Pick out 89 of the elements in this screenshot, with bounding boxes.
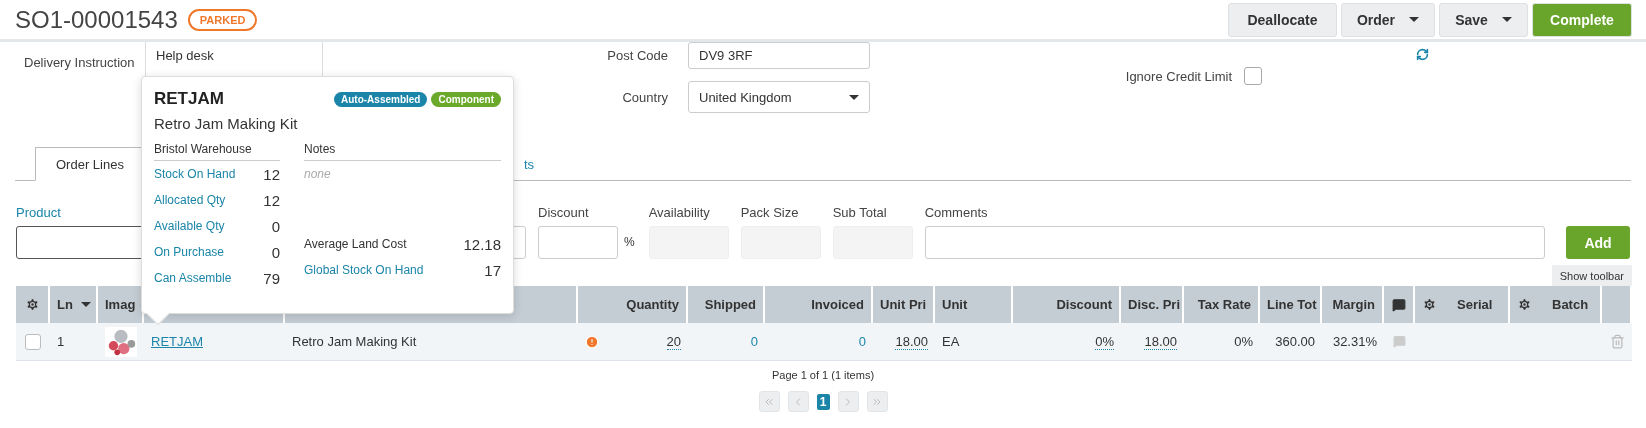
row-checkbox[interactable] <box>25 333 41 350</box>
refresh-icon[interactable] <box>1416 48 1429 61</box>
table-cell[interactable]: 18.00 <box>1144 333 1177 350</box>
field-label: Comments <box>924 205 989 222</box>
stock-value: 12.18 <box>463 235 501 253</box>
previous-page-button[interactable] <box>787 391 809 412</box>
action-button[interactable]: Order <box>1341 2 1435 37</box>
column-header[interactable]: Shipped <box>704 297 756 312</box>
stock-value: 0 <box>271 243 280 261</box>
post-code-field[interactable]: DV9 3RF <box>688 42 870 69</box>
table-cell: EA <box>942 334 960 349</box>
caret-icon <box>849 94 859 100</box>
field-label: Sub Total <box>832 205 888 222</box>
stock-link[interactable]: Can Assemble <box>154 271 232 285</box>
stock-link[interactable]: Global Stock On Hand <box>304 263 424 277</box>
stock-value: 12 <box>263 165 280 183</box>
stock-link[interactable]: Stock On Hand <box>154 167 236 181</box>
input-field[interactable] <box>538 226 618 259</box>
stock-link[interactable]: Allocated Qty <box>154 193 226 207</box>
table-cell: 0 <box>858 334 866 349</box>
product-description: Retro Jam Making Kit <box>154 115 299 132</box>
field-label: Product <box>16 205 62 222</box>
first-page-button[interactable] <box>758 391 780 412</box>
action-button[interactable]: Deallocate <box>1228 2 1337 37</box>
field-label: Delivery Instruction <box>23 54 136 72</box>
column-header[interactable]: Discount <box>1056 297 1112 312</box>
table-cell: 0 <box>750 334 758 349</box>
tab[interactable]: ts <box>522 147 556 181</box>
field-label: Post Code <box>606 48 669 63</box>
table-cell: 0% <box>1234 334 1253 349</box>
field-label: Country <box>621 89 669 105</box>
column-header[interactable]: Tax Rate <box>1197 297 1251 312</box>
caret-icon <box>1501 17 1512 22</box>
tag: Component <box>431 91 501 107</box>
comment-icon <box>1391 297 1406 312</box>
column-header[interactable]: Margin <box>1332 297 1375 312</box>
comment-icon[interactable] <box>1393 335 1406 348</box>
action-button[interactable]: Save <box>1439 2 1528 37</box>
stock-value: 0 <box>271 217 280 235</box>
column-header[interactable]: Invoiced <box>811 297 864 312</box>
table-cell: 32.31% <box>1332 334 1377 349</box>
page-summary: Page 1 of 1 (1 items) <box>771 369 875 381</box>
product-code: RETJAM <box>154 89 224 109</box>
stock-value: 12 <box>263 191 280 209</box>
column-header[interactable]: Imag <box>105 297 136 312</box>
product-code-link[interactable]: RETJAM <box>151 334 203 349</box>
percent-sign: % <box>624 235 635 249</box>
column-header[interactable]: Quantity <box>626 297 679 312</box>
delete-icon[interactable] <box>1609 334 1625 349</box>
warehouse-heading: Bristol Warehouse <box>154 142 280 161</box>
table-cell: Retro Jam Making Kit <box>292 334 417 349</box>
column-header[interactable]: Line Tot <box>1267 297 1317 312</box>
settings-icon[interactable] <box>24 297 40 312</box>
table-cell[interactable]: 0% <box>1095 333 1114 350</box>
stock-value: 79 <box>263 269 280 287</box>
tag: Auto-Assembled <box>334 91 428 107</box>
input-field[interactable] <box>924 226 1545 259</box>
table-cell: 1 <box>57 334 65 349</box>
field-label: Pack Size <box>740 205 800 222</box>
caret-icon <box>1409 17 1420 22</box>
notes-heading: Notes <box>304 142 501 161</box>
stock-value: 17 <box>484 261 501 279</box>
column-header[interactable]: Batch <box>1552 297 1589 312</box>
column-header[interactable]: Unit <box>942 297 968 312</box>
status-badge: PARKED <box>187 8 258 31</box>
stock-link[interactable]: Available Qty <box>154 219 225 233</box>
table-cell: 360.00 <box>1275 334 1315 349</box>
column-header[interactable]: Serial <box>1457 297 1493 312</box>
order-number: SO1-00001543 <box>15 5 178 34</box>
column-header[interactable]: Disc. Pri <box>1128 297 1181 312</box>
stock-link[interactable]: On Purchase <box>154 245 225 259</box>
notes-text: none <box>304 167 332 181</box>
checkbox[interactable] <box>1244 67 1262 85</box>
column-header[interactable]: Ln <box>57 297 73 312</box>
table-cell[interactable]: 18.00 <box>895 333 928 350</box>
page-number[interactable]: 1 <box>816 393 830 410</box>
country-select[interactable]: United Kingdom <box>688 81 870 113</box>
field-label: Availability <box>648 205 711 222</box>
field-label: Discount <box>538 205 590 222</box>
next-page-button[interactable] <box>837 391 859 412</box>
settings-icon[interactable] <box>1517 297 1532 312</box>
column-header[interactable]: Unit Pri <box>880 297 927 312</box>
stat-label: Average Land Cost <box>304 237 407 251</box>
field-label: Ignore Credit Limit <box>1124 68 1233 84</box>
last-page-button[interactable] <box>866 391 888 412</box>
table-cell[interactable]: 20 <box>666 333 681 350</box>
sort-icon <box>80 302 91 307</box>
show-toolbar-button[interactable]: Show toolbar <box>1551 265 1632 286</box>
settings-icon[interactable] <box>1422 297 1437 312</box>
